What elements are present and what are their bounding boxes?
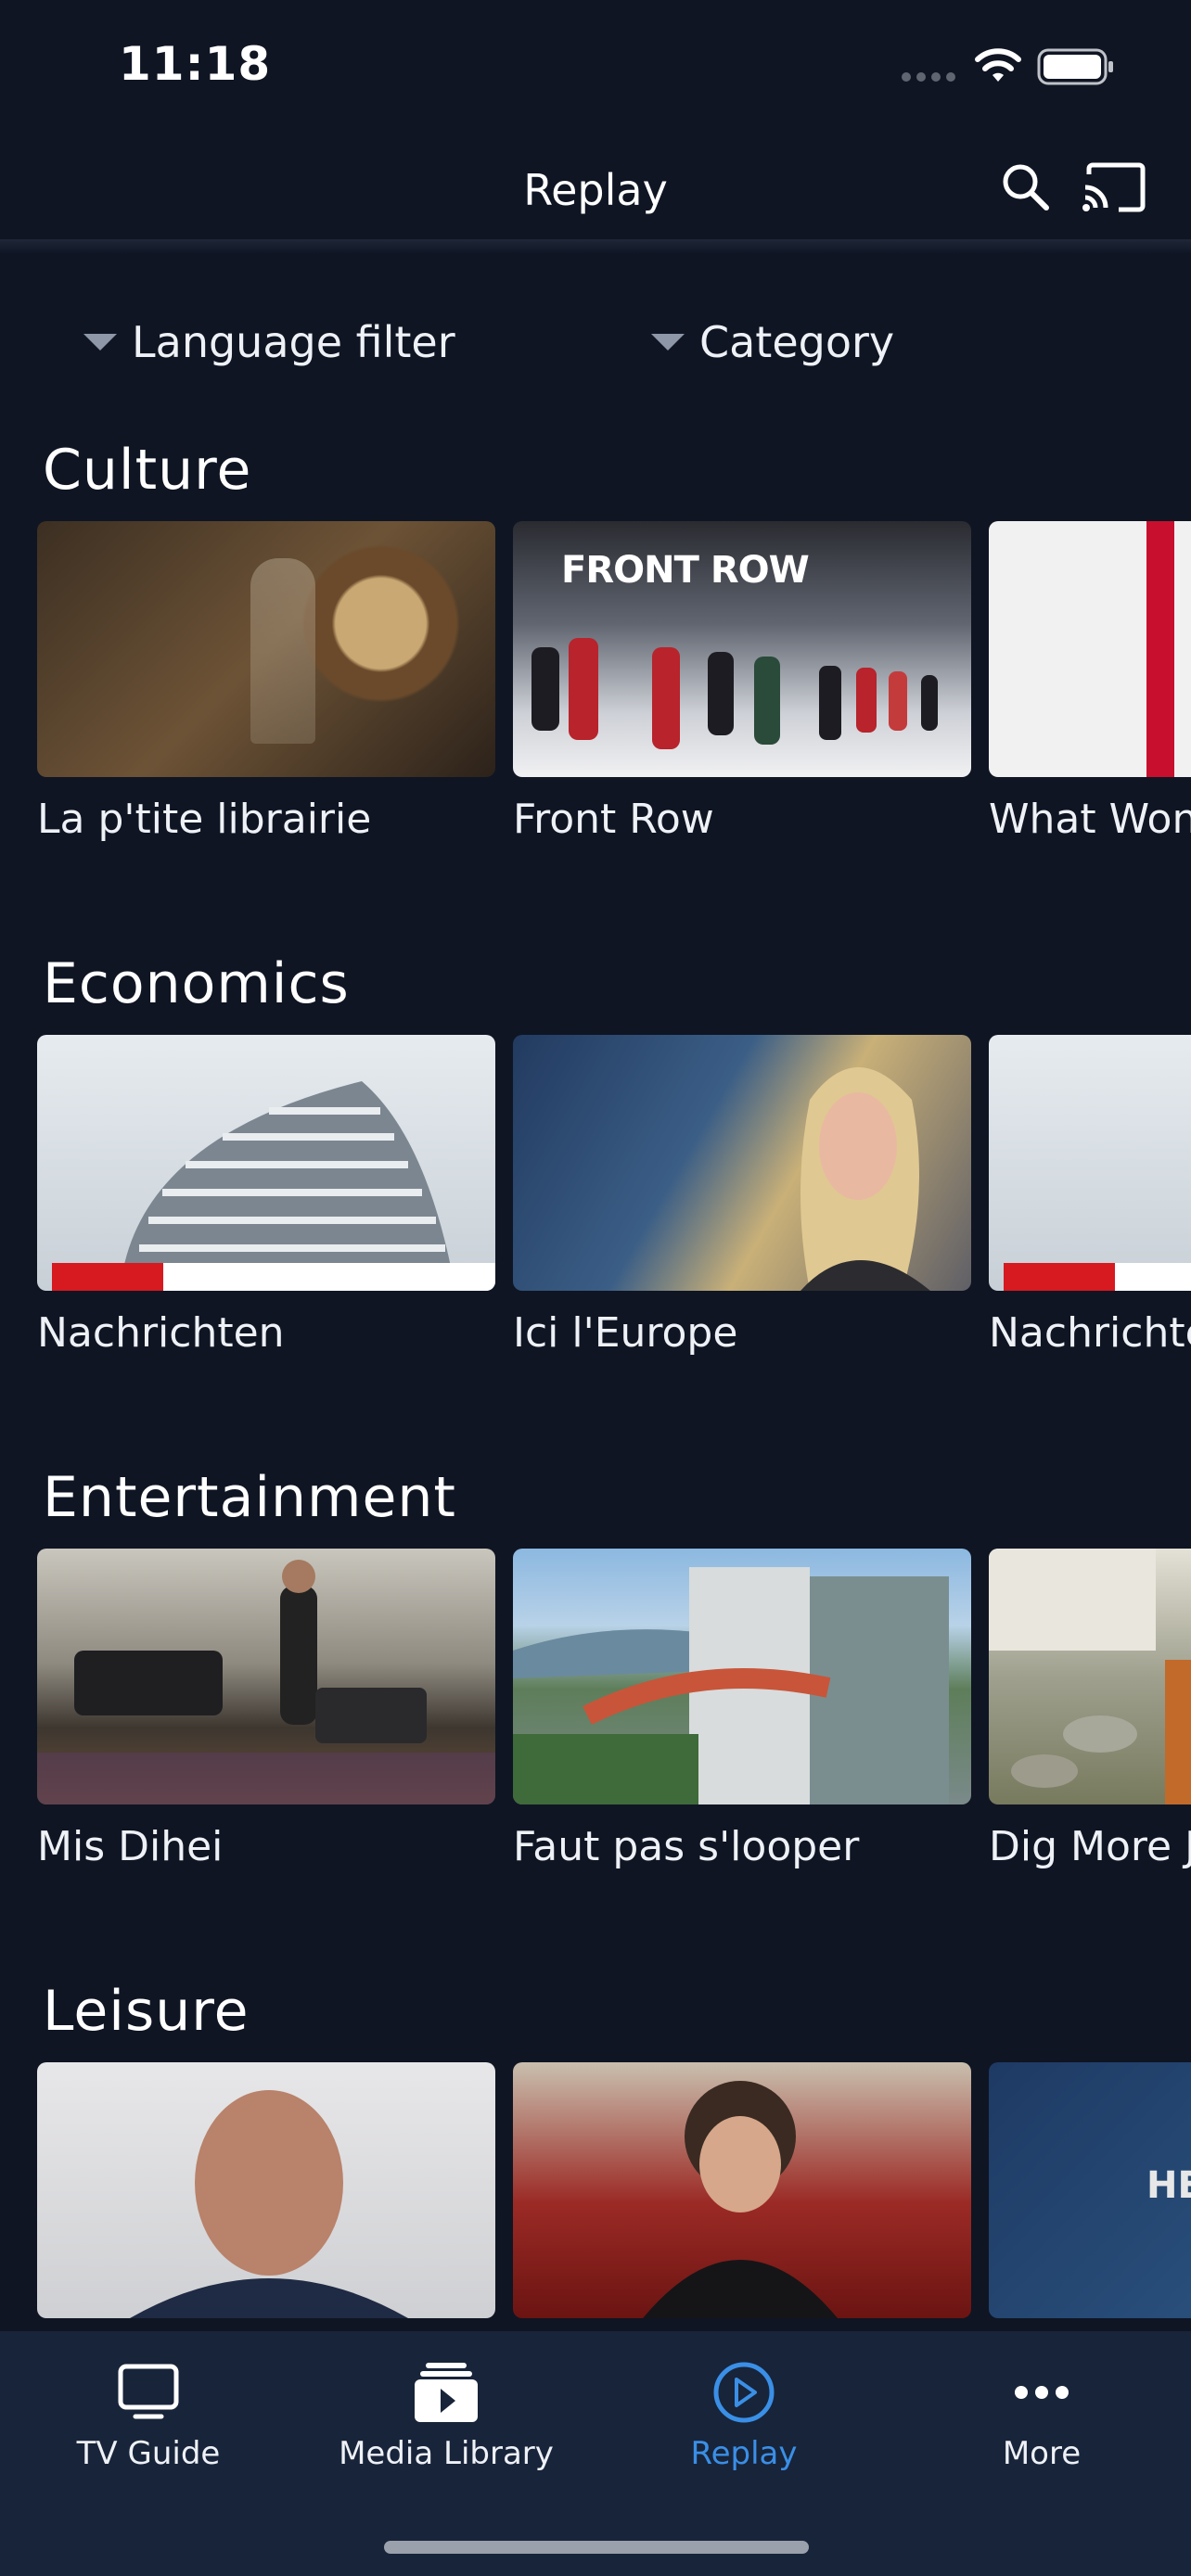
tv-icon <box>118 2364 179 2419</box>
tab-label: More <box>1002 2435 1082 2472</box>
tab-media-library[interactable]: Media Library <box>298 2359 595 2472</box>
news-building-graphic <box>121 1081 455 1285</box>
news-banner-graphic <box>1004 1263 1191 1291</box>
dropdown-triangle-icon <box>83 334 117 351</box>
program-card[interactable]: Ici l'Europe <box>513 1035 971 1357</box>
presenter-portrait-graphic <box>130 2090 408 2318</box>
presenter-portrait-graphic <box>800 1067 930 1291</box>
program-title: Nachrichten <box>37 1309 285 1357</box>
program-title: Front Row <box>513 796 714 843</box>
program-card[interactable]: La p'tite librairie <box>37 521 495 843</box>
garden-graphic <box>989 1549 1191 1804</box>
program-thumbnail <box>37 521 495 777</box>
program-card[interactable]: HE <box>989 2062 1191 2318</box>
program-card[interactable] <box>513 2062 971 2318</box>
program-card[interactable]: FRONT ROW Front Row <box>513 521 971 843</box>
section-title: Economics <box>43 951 350 1016</box>
living-room-graphic <box>37 1560 495 1804</box>
program-card[interactable]: Nachrichten <box>37 1035 495 1357</box>
tab-label: TV Guide <box>76 2435 221 2472</box>
program-thumbnail <box>989 1035 1191 1291</box>
cellular-signal-icon <box>902 72 955 82</box>
tab-label: Replay <box>690 2435 798 2472</box>
search-icon[interactable] <box>1000 161 1052 213</box>
home-indicator[interactable] <box>384 2541 809 2554</box>
media-library-icon <box>415 2363 478 2422</box>
presenter-portrait-graphic <box>643 2081 838 2318</box>
program-card[interactable] <box>37 2062 495 2318</box>
thumbnail-title-text: HE <box>1146 2164 1191 2207</box>
status-bar: 11:18 <box>0 0 1191 130</box>
replay-icon <box>713 2362 775 2423</box>
thumbnail-title-text: FRONT ROW <box>561 549 810 592</box>
program-thumbnail <box>513 1035 971 1291</box>
program-thumbnail <box>989 521 1191 777</box>
waterpark-graphic <box>513 1567 949 1804</box>
more-icon <box>1015 2386 1069 2399</box>
section-title: Culture <box>43 438 252 503</box>
program-card[interactable]: Faut pas s'looper <box>513 1549 971 1870</box>
tab-replay[interactable]: Replay <box>596 2359 892 2472</box>
news-banner-graphic <box>52 1263 495 1291</box>
program-card[interactable]: What Won <box>989 521 1191 843</box>
header-divider <box>0 239 1191 254</box>
program-thumbnail: FRONT ROW <box>513 521 971 777</box>
program-title: Dig More J <box>989 1823 1191 1870</box>
program-title: Mis Dihei <box>37 1823 224 1870</box>
top-navigation-bar: Replay <box>0 130 1191 241</box>
program-card[interactable]: Mis Dihei <box>37 1549 495 1870</box>
section-title: Leisure <box>43 1979 250 2044</box>
category-label: Category <box>699 317 895 367</box>
program-thumbnail <box>37 1549 495 1804</box>
battery-icon <box>1037 48 1113 85</box>
category-dropdown[interactable]: Category <box>651 310 894 375</box>
program-thumbnail <box>513 2062 971 2318</box>
program-thumbnail <box>989 1549 1191 1804</box>
program-thumbnail <box>37 1035 495 1291</box>
bottom-tab-bar: TV Guide Media Library Replay More <box>0 2331 1191 2576</box>
runway-models-graphic <box>531 638 938 749</box>
program-title: La p'tite librairie <box>37 796 372 843</box>
program-title: What Won <box>989 796 1191 843</box>
program-card[interactable]: Dig More J <box>989 1549 1191 1870</box>
program-title: Ici l'Europe <box>513 1309 738 1357</box>
language-filter-dropdown[interactable]: Language filter <box>83 310 455 375</box>
program-title: Nachrichte <box>989 1309 1191 1357</box>
section-title: Entertainment <box>43 1465 456 1530</box>
dropdown-triangle-icon <box>651 334 685 351</box>
wifi-icon <box>975 48 1021 82</box>
tab-label: Media Library <box>339 2435 554 2472</box>
tab-tv-guide[interactable]: TV Guide <box>0 2359 297 2472</box>
program-thumbnail <box>513 1549 971 1804</box>
program-thumbnail: HE <box>989 2062 1191 2318</box>
replay-screen: 11:18 Replay Language filter Category Cu… <box>0 0 1191 2576</box>
tab-more[interactable]: More <box>893 2359 1190 2472</box>
language-filter-label: Language filter <box>132 317 455 367</box>
program-thumbnail <box>37 2062 495 2318</box>
program-title: Faut pas s'looper <box>513 1823 860 1870</box>
status-time: 11:18 <box>119 37 272 91</box>
program-card[interactable]: Nachrichte <box>989 1035 1191 1357</box>
cast-icon[interactable] <box>1082 161 1146 213</box>
